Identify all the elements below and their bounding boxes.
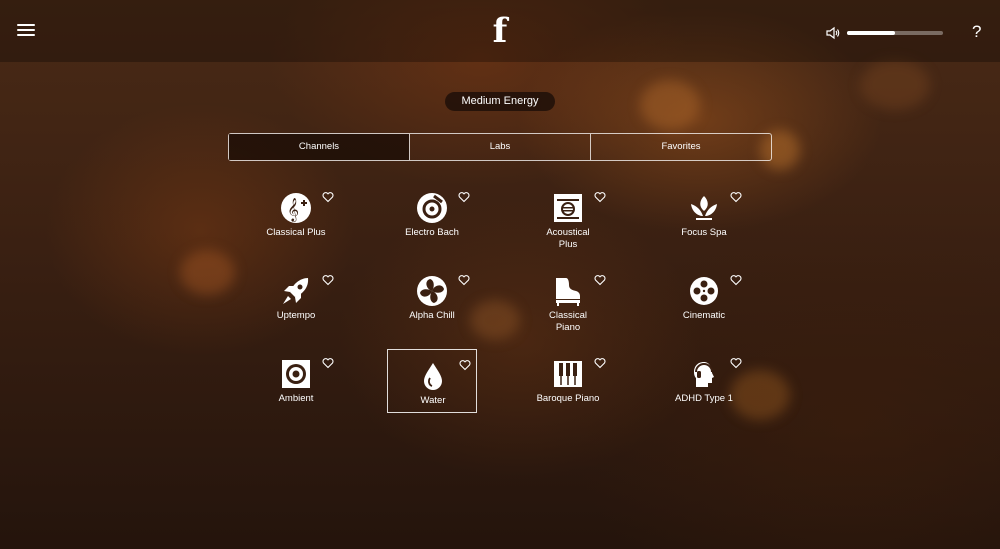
channel-label: Cinematic xyxy=(682,310,726,321)
heart-icon[interactable] xyxy=(730,274,742,286)
heart-icon[interactable] xyxy=(458,191,470,203)
energy-level-button[interactable]: Medium Energy xyxy=(445,92,555,111)
heart-icon[interactable] xyxy=(594,357,606,369)
channel-label: Alpha Chill xyxy=(409,310,455,321)
channel-label: ADHD Type 1 xyxy=(675,393,733,404)
volume-slider-fill xyxy=(847,31,895,35)
channel-label: Baroque Piano xyxy=(536,393,600,404)
channel-ambient[interactable]: Ambient xyxy=(251,348,341,412)
volume-slider[interactable] xyxy=(847,31,943,35)
background-bokeh xyxy=(640,80,700,130)
fan-icon xyxy=(417,276,447,306)
tab-labs[interactable]: Labs xyxy=(409,134,590,160)
tab-bar: Channels Labs Favorites xyxy=(228,133,772,161)
heart-icon[interactable] xyxy=(594,191,606,203)
help-icon[interactable]: ? xyxy=(972,22,981,42)
heart-icon[interactable] xyxy=(730,191,742,203)
piano-keys-icon xyxy=(554,361,582,387)
acoustical-plus-icon xyxy=(554,194,582,222)
channel-classical-piano[interactable]: Classical Piano xyxy=(523,265,613,333)
treble-clef-plus-icon: 𝄞 xyxy=(281,193,311,223)
head-headphones-icon xyxy=(694,362,714,387)
heart-icon[interactable] xyxy=(322,357,334,369)
top-bar: f ? xyxy=(0,0,1000,62)
svg-text:𝄞: 𝄞 xyxy=(287,197,299,222)
channel-acoustical-plus[interactable]: Acoustical Plus xyxy=(523,182,613,250)
channel-label: Acoustical Plus xyxy=(546,227,590,250)
channel-classical-plus[interactable]: 𝄞 Classical Plus xyxy=(251,182,341,246)
logo-letter: f xyxy=(493,12,510,48)
channel-label: Classical Plus xyxy=(266,227,326,238)
hamburger-menu-icon[interactable] xyxy=(17,24,35,38)
volume-icon[interactable] xyxy=(826,26,840,40)
background-bokeh xyxy=(180,250,235,295)
water-drop-icon xyxy=(424,363,442,390)
heart-icon[interactable] xyxy=(594,274,606,286)
heart-icon[interactable] xyxy=(730,357,742,369)
channel-cinematic[interactable]: Cinematic xyxy=(659,265,749,329)
channel-baroque-piano[interactable]: Baroque Piano xyxy=(523,348,613,412)
tab-favorites[interactable]: Favorites xyxy=(590,134,771,160)
channel-label: Electro Bach xyxy=(405,227,459,238)
lotus-icon xyxy=(691,196,717,220)
heart-icon[interactable] xyxy=(458,274,470,286)
logo[interactable]: f xyxy=(482,12,518,48)
channel-focus-spa[interactable]: Focus Spa xyxy=(659,182,749,246)
channel-label: Ambient xyxy=(278,393,314,404)
heart-icon[interactable] xyxy=(322,274,334,286)
electro-bach-icon xyxy=(417,193,447,223)
channel-label: Focus Spa xyxy=(681,227,727,238)
channel-label: Classical Piano xyxy=(548,310,587,333)
channel-uptempo[interactable]: Uptempo xyxy=(251,265,341,329)
heart-icon[interactable] xyxy=(459,359,471,371)
film-reel-icon xyxy=(690,277,718,305)
channel-adhd-type-1[interactable]: ADHD Type 1 xyxy=(659,348,749,412)
speaker-icon xyxy=(282,360,310,388)
channel-alpha-chill[interactable]: Alpha Chill xyxy=(387,265,477,329)
grand-piano-icon xyxy=(556,278,580,306)
tab-channels[interactable]: Channels xyxy=(229,134,409,160)
channel-electro-bach[interactable]: Electro Bach xyxy=(387,182,477,246)
background-bokeh xyxy=(470,300,520,340)
background-bokeh xyxy=(860,60,930,110)
channel-label: Uptempo xyxy=(276,310,316,321)
rocket-icon xyxy=(283,278,309,304)
heart-icon[interactable] xyxy=(322,191,334,203)
channel-label: Water xyxy=(420,395,446,406)
channel-water[interactable]: Water xyxy=(387,349,477,413)
